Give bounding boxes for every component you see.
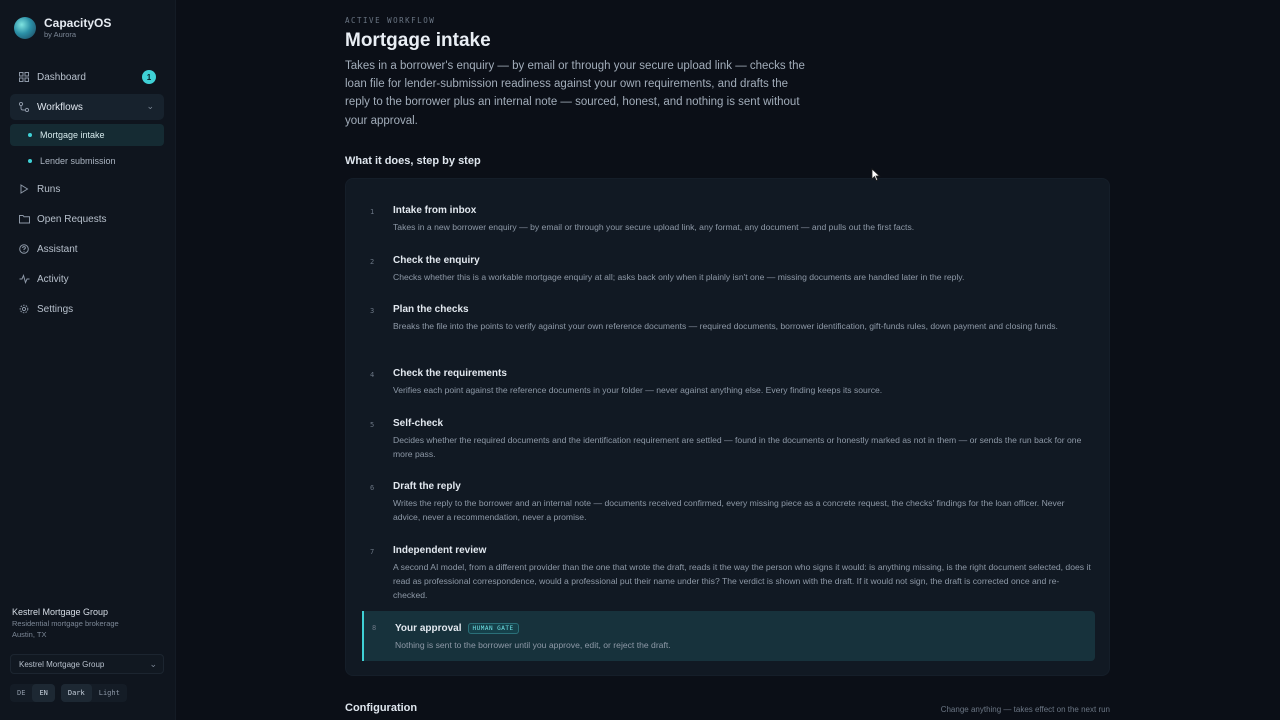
preference-toggles: DE EN Dark Light xyxy=(10,684,133,702)
step-body: A second AI model, from a different prov… xyxy=(393,562,1091,600)
step-title: Intake from inbox xyxy=(393,205,477,216)
org-select-value: Kestrel Mortgage Group xyxy=(19,659,105,669)
step-title: Check the enquiry xyxy=(393,255,480,266)
theme-dark-button[interactable]: Dark xyxy=(60,684,92,702)
folder-icon xyxy=(18,213,30,225)
step-title: Your approval HUMAN GATE xyxy=(395,623,519,634)
step-body: Takes in a new borrower enquiry — by ema… xyxy=(393,222,915,232)
workflow-icon xyxy=(18,101,30,113)
eyebrow-label: ACTIVE WORKFLOW xyxy=(345,16,436,25)
brand-name: CapacityOS xyxy=(44,16,112,30)
configuration-heading: Configuration xyxy=(345,702,418,714)
sidebar-item-label: Workflows xyxy=(37,101,83,113)
lang-en-button[interactable]: EN xyxy=(32,684,55,702)
step-title: Self-check xyxy=(393,418,444,429)
step-body: Nothing is sent to the borrower until yo… xyxy=(395,640,671,650)
sidebar-item-assistant[interactable]: Assistant xyxy=(10,236,164,262)
step-title: Check the requirements xyxy=(393,368,507,379)
main-nav: Dashboard 1 Workflows ⌄ Mortgage intake … xyxy=(10,64,164,326)
brand-sub: by Aurora xyxy=(44,30,77,39)
step-number: 7 xyxy=(370,548,375,556)
sidebar-item-label: Runs xyxy=(37,183,61,195)
page-description: Takes in a borrower's enquiry — by email… xyxy=(345,60,805,127)
sidebar-item-activity[interactable]: Activity xyxy=(10,266,164,292)
sidebar-item-open-requests[interactable]: Open Requests xyxy=(10,206,164,232)
step-title: Plan the checks xyxy=(393,304,469,315)
notification-badge: 1 xyxy=(142,70,156,84)
configuration-note: Change anything — takes effect on the ne… xyxy=(940,705,1110,714)
step-number: 8 xyxy=(372,624,377,632)
step-title: Draft the reply xyxy=(393,481,461,492)
step-number: 2 xyxy=(370,258,375,266)
org-select[interactable]: Kestrel Mortgage Group ⌄ xyxy=(10,654,164,674)
mouse-cursor-icon xyxy=(871,168,881,187)
step-body: Verifies each point against the referenc… xyxy=(393,385,883,395)
sidebar-subitem-label: Lender submission xyxy=(40,156,116,166)
sidebar-item-label: Settings xyxy=(37,303,74,315)
step-number: 5 xyxy=(370,421,375,429)
sidebar-item-label: Assistant xyxy=(37,243,78,255)
chevron-down-icon: ⌄ xyxy=(149,659,157,669)
theme-light-button[interactable]: Light xyxy=(92,684,127,702)
brand[interactable]: CapacityOS by Aurora xyxy=(14,16,111,40)
step-number: 4 xyxy=(370,371,375,379)
org-name: Kestrel Mortgage Group xyxy=(12,607,109,617)
step-body: Breaks the file into the points to verif… xyxy=(393,321,1058,331)
bullet-dot xyxy=(28,159,32,163)
bullet-dot xyxy=(28,133,32,137)
step-item-human-gate[interactable]: 8 Your approval HUMAN GATE Nothing is sen… xyxy=(362,611,1095,661)
page-title: Mortgage intake xyxy=(345,30,491,51)
pulse-icon xyxy=(18,273,30,285)
sidebar-subitem-lender-submission[interactable]: Lender submission xyxy=(10,150,164,172)
sidebar: CapacityOS by Aurora Dashboard 1 Workflo… xyxy=(0,0,176,720)
language-toggle: DE EN xyxy=(10,684,55,702)
sidebar-item-dashboard[interactable]: Dashboard 1 xyxy=(10,64,164,90)
sidebar-subitem-label: Mortgage intake xyxy=(40,130,105,140)
org-info: Kestrel Mortgage Group Residential mortg… xyxy=(12,606,162,640)
play-icon xyxy=(18,183,30,195)
sidebar-item-label: Open Requests xyxy=(37,213,107,225)
sidebar-item-runs[interactable]: Runs xyxy=(10,176,164,202)
step-body: Checks whether this is a workable mortga… xyxy=(393,272,965,282)
step-title-text: Your approval xyxy=(395,623,462,634)
step-title: Independent review xyxy=(393,545,487,556)
sidebar-item-label: Dashboard xyxy=(37,71,86,83)
step-number: 3 xyxy=(370,307,375,315)
lang-de-button[interactable]: DE xyxy=(10,684,32,702)
step-number: 1 xyxy=(370,208,375,216)
sidebar-subitem-mortgage-intake[interactable]: Mortgage intake xyxy=(10,124,164,146)
theme-toggle: Dark Light xyxy=(60,684,127,702)
step-body: Decides whether the required documents a… xyxy=(393,435,1082,459)
brand-logo xyxy=(14,17,36,39)
sidebar-item-settings[interactable]: Settings xyxy=(10,296,164,322)
steps-heading: What it does, step by step xyxy=(345,155,481,167)
step-number: 6 xyxy=(370,484,375,492)
step-body: Writes the reply to the borrower and an … xyxy=(393,498,1065,522)
help-circle-icon xyxy=(18,243,30,255)
gear-icon xyxy=(18,303,30,315)
chevron-down-icon[interactable]: ⌄ xyxy=(146,101,154,112)
org-type: Residential mortgage brokerage xyxy=(12,619,119,628)
grid-icon xyxy=(18,71,30,83)
sidebar-item-label: Activity xyxy=(37,273,69,285)
sidebar-item-workflows[interactable]: Workflows ⌄ xyxy=(10,94,164,120)
human-gate-badge: HUMAN GATE xyxy=(467,623,519,634)
org-location: Austin, TX xyxy=(12,630,47,639)
steps-panel: 1 Intake from inbox Takes in a new borro… xyxy=(345,178,1110,676)
